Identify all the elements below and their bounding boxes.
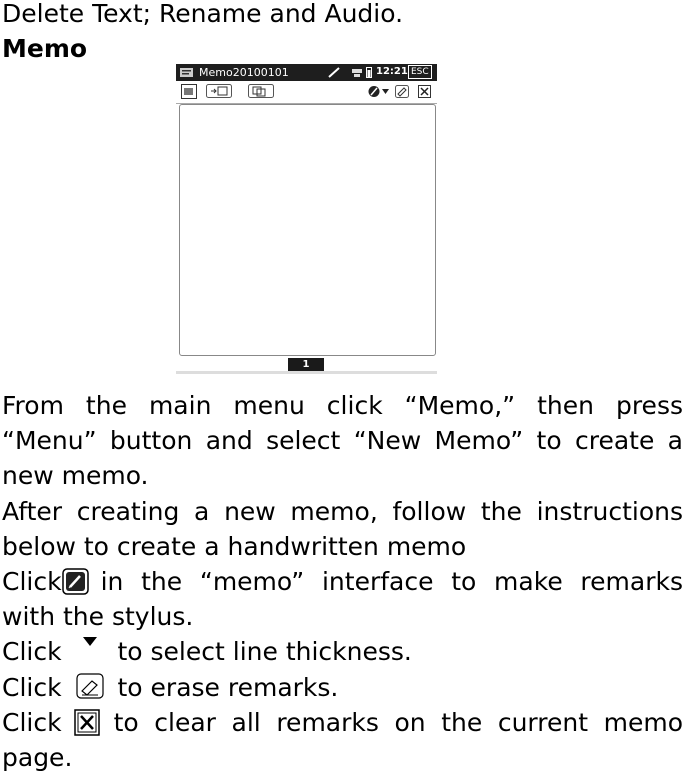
battery-icon <box>366 67 372 78</box>
eraser-icon <box>75 673 104 699</box>
clear-page-icon <box>73 709 100 736</box>
para5-line: Click to erase remarks. <box>2 670 683 705</box>
page-number-badge: 1 <box>288 358 324 372</box>
para6-line1: Click to clear all remarks on the curren… <box>2 705 683 740</box>
memo-canvas[interactable] <box>179 104 436 356</box>
pen-instruction: in the “memo” interface to make remarks <box>100 567 683 596</box>
click-word: Click <box>2 567 62 596</box>
para2-line2: below to create a handwritten memo <box>2 532 467 561</box>
section-heading: Memo <box>2 34 88 63</box>
pen-icon <box>61 568 89 595</box>
para4-line: Click to select line thickness. <box>2 634 683 669</box>
memo-tab-icon[interactable] <box>181 84 197 99</box>
para1-line1: From the main menu click “Memo,” then pr… <box>2 391 683 420</box>
esc-button[interactable]: ESC <box>408 65 432 79</box>
clear-instruction: to clear all remarks on the current memo <box>113 708 683 737</box>
erase-instruction: to erase remarks. <box>117 673 339 702</box>
para1-line3: new memo. <box>2 461 149 490</box>
para6-line2: page. <box>2 743 73 772</box>
memo-screenshot: Memo20100101 12:21 ESC 1 <box>176 64 437 376</box>
clear-tool-icon[interactable] <box>418 85 431 98</box>
click-word: Click <box>2 708 62 737</box>
network-icon <box>352 69 362 77</box>
copy-page-icon[interactable] <box>248 84 274 98</box>
dropdown-arrow-icon <box>82 637 97 646</box>
memo-app-icon <box>180 68 193 77</box>
thickness-instruction: to select line thickness. <box>117 637 412 666</box>
para3-line1: Click in the “memo” interface to make re… <box>2 564 683 599</box>
memo-title: Memo20100101 <box>199 66 289 79</box>
para3-line2: with the stylus. <box>2 602 194 631</box>
eraser-tool-icon[interactable] <box>395 85 409 98</box>
clock-time: 12:21 <box>376 66 408 77</box>
memo-toolbar <box>176 81 437 104</box>
click-word: Click <box>2 637 62 666</box>
stylus-icon <box>328 67 340 78</box>
insert-page-icon[interactable] <box>206 84 232 98</box>
pen-tool-icon[interactable] <box>368 85 390 98</box>
intro-line: Delete Text; Rename and Audio. <box>2 0 404 28</box>
titlebar: Memo20100101 12:21 ESC <box>176 64 437 81</box>
page-scrollbar[interactable] <box>176 371 437 374</box>
para1-line2: “Menu” button and select “New Memo” to c… <box>2 426 683 455</box>
para2-line1: After creating a new memo, follow the in… <box>2 497 683 526</box>
click-word: Click <box>2 673 62 702</box>
